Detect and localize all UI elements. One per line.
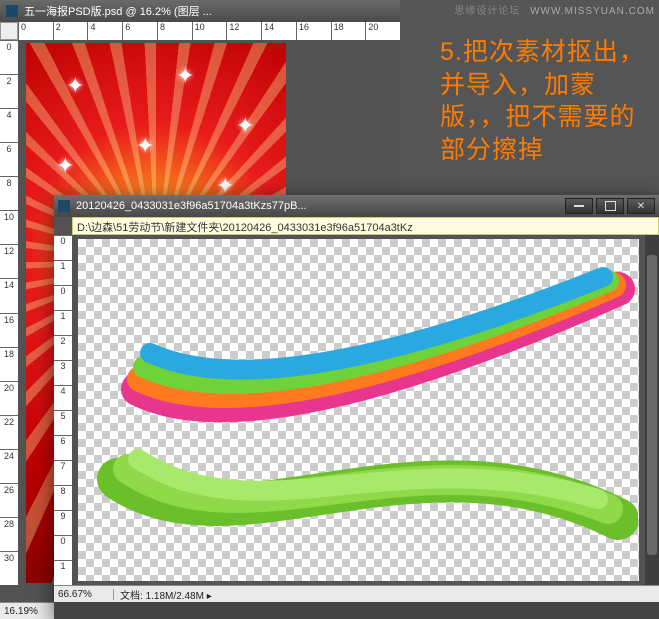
ruler-tick: 12	[226, 22, 261, 40]
ruler-tick: 18	[0, 347, 18, 381]
ruler-tick: 20	[0, 381, 18, 415]
ruler-horizontal[interactable]: 0 2 4 6 8 10 12 14 16 18 20	[18, 22, 400, 40]
ruler-tick: 2	[0, 74, 18, 108]
zoom-readout[interactable]: 16.19%	[0, 606, 55, 617]
ruler-tick: 16	[0, 313, 18, 347]
ruler-tick: 4	[0, 108, 18, 142]
ruler-tick: 9	[54, 510, 72, 535]
front-window-title: 20120426_0433031e3f96a51704a3tKzs77pB...	[76, 200, 562, 212]
ruler-tick: 16	[296, 22, 331, 40]
ps-icon	[58, 200, 70, 212]
file-path-tooltip: D:\边森\51劳动节\新建文件夹\20120426_0433031e3f96a…	[72, 217, 659, 235]
front-titlebar[interactable]: 20120426_0433031e3f96a51704a3tKzs77pB...…	[54, 195, 659, 217]
zoom-readout[interactable]: 66.67%	[54, 589, 114, 600]
scrollbar-thumb[interactable]	[647, 255, 657, 555]
transparent-canvas[interactable]	[78, 239, 639, 581]
ruler-tick: 18	[331, 22, 366, 40]
ruler-tick: 20	[365, 22, 400, 40]
minimize-button[interactable]	[565, 198, 593, 214]
ruler-tick: 0	[54, 535, 72, 560]
scrollbar-horizontal[interactable]	[54, 602, 659, 619]
ruler-tick: 6	[122, 22, 157, 40]
ps-icon	[6, 5, 18, 17]
vertical-scrollbar[interactable]	[645, 235, 659, 585]
ruler-tick: 4	[87, 22, 122, 40]
ruler-origin[interactable]	[0, 22, 18, 40]
ruler-tick: 0	[18, 22, 53, 40]
ruler-tick: 4	[54, 385, 72, 410]
sparkle-icon: ✦	[236, 113, 254, 139]
ruler-vertical[interactable]: 0 2 4 6 8 10 12 14 16 18 20 22 24 26 28 …	[0, 40, 18, 585]
ruler-tick: 28	[0, 517, 18, 551]
watermark-url: WWW.MISSYUAN.COM	[530, 6, 655, 17]
ruler-tick: 14	[261, 22, 296, 40]
ruler-tick: 10	[192, 22, 227, 40]
ruler-tick: 10	[0, 210, 18, 244]
sparkle-icon: ✦	[136, 133, 154, 159]
back-titlebar[interactable]: 五一海报PSD版.psd @ 16.2% (图层 ...	[0, 0, 400, 22]
close-button[interactable]: ✕	[627, 198, 655, 214]
doc-size-value: 1.18M/2.48M	[146, 591, 204, 602]
ruler-tick: 5	[54, 410, 72, 435]
dropdown-arrow-icon[interactable]: ▸	[207, 591, 212, 602]
doc-size-readout: 文档: 1.18M/2.48M ▸	[114, 587, 212, 602]
sparkle-icon: ✦	[176, 63, 194, 89]
ruler-tick: 12	[0, 244, 18, 278]
ruler-tick: 26	[0, 483, 18, 517]
ruler-tick: 30	[0, 551, 18, 585]
maximize-button[interactable]	[596, 198, 624, 214]
ruler-tick: 0	[54, 285, 72, 310]
green-ribbon-artwork	[78, 409, 638, 581]
ruler-tick: 7	[54, 460, 72, 485]
watermark-site-name: 思缘设计论坛	[454, 6, 520, 17]
ruler-tick: 2	[53, 22, 88, 40]
front-canvas-area[interactable]	[72, 235, 645, 585]
ruler-tick: 6	[54, 435, 72, 460]
ruler-tick: 8	[0, 176, 18, 210]
ruler-tick: 2	[54, 335, 72, 360]
doc-label: 文档:	[120, 591, 143, 602]
ruler-tick: 8	[54, 485, 72, 510]
photoshop-front-window: 20120426_0433031e3f96a51704a3tKzs77pB...…	[54, 195, 659, 619]
ruler-tick: 24	[0, 449, 18, 483]
ruler-tick: 0	[54, 235, 72, 260]
ruler-tick: 22	[0, 415, 18, 449]
ruler-tick: 8	[157, 22, 192, 40]
ruler-vertical[interactable]: 0 1 0 1 2 3 4 5 6 7 8 9 0 1	[54, 235, 72, 585]
ruler-tick: 1	[54, 260, 72, 285]
ruler-tick: 0	[0, 40, 18, 74]
front-statusbar: 66.67% 文档: 1.18M/2.48M ▸	[54, 585, 659, 602]
sparkle-icon: ✦	[56, 153, 74, 179]
sparkle-icon: ✦	[66, 73, 84, 99]
back-window-title: 五一海报PSD版.psd @ 16.2% (图层 ...	[24, 3, 212, 19]
tutorial-step-text: 5.把次素材抠出，并导入，加蒙版，，把不需要的部分擦掉	[440, 36, 650, 166]
ruler-tick: 3	[54, 360, 72, 385]
ruler-tick: 14	[0, 278, 18, 312]
ruler-tick: 6	[0, 142, 18, 176]
watermark: 思缘设计论坛 WWW.MISSYUAN.COM	[454, 2, 655, 17]
ruler-tick: 1	[54, 560, 72, 585]
ruler-tick: 1	[54, 310, 72, 335]
